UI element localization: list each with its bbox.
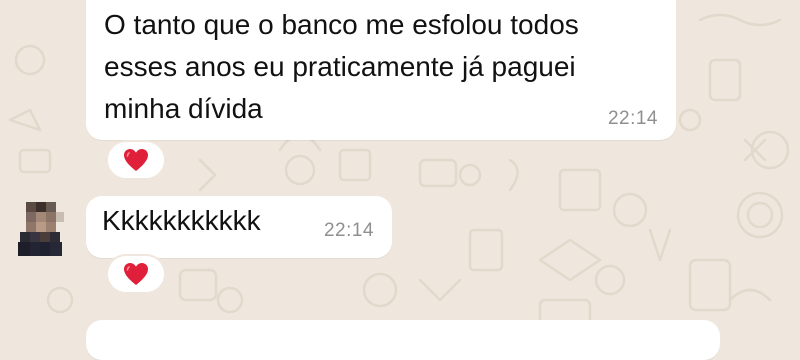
incoming-message-bubble[interactable]: O tanto que o banco me esfolou todos ess… — [86, 0, 676, 140]
red-heart-icon — [124, 263, 148, 285]
reaction-badge[interactable] — [106, 254, 166, 294]
sender-avatar[interactable] — [16, 198, 68, 258]
red-heart-icon — [124, 149, 148, 171]
message-timestamp: 22:14 — [323, 220, 374, 241]
incoming-message-bubble[interactable]: Kkkkkkkkkkk 22:14 — [86, 196, 392, 258]
message-text: O tanto que o banco me esfolou todos ess… — [104, 9, 579, 124]
avatar-image — [16, 198, 68, 258]
reaction-badge[interactable] — [106, 140, 166, 180]
message-timestamp: 22:14 — [607, 108, 658, 129]
message-text: Kkkkkkkkkkk — [102, 205, 261, 236]
incoming-message-bubble[interactable] — [86, 320, 720, 360]
